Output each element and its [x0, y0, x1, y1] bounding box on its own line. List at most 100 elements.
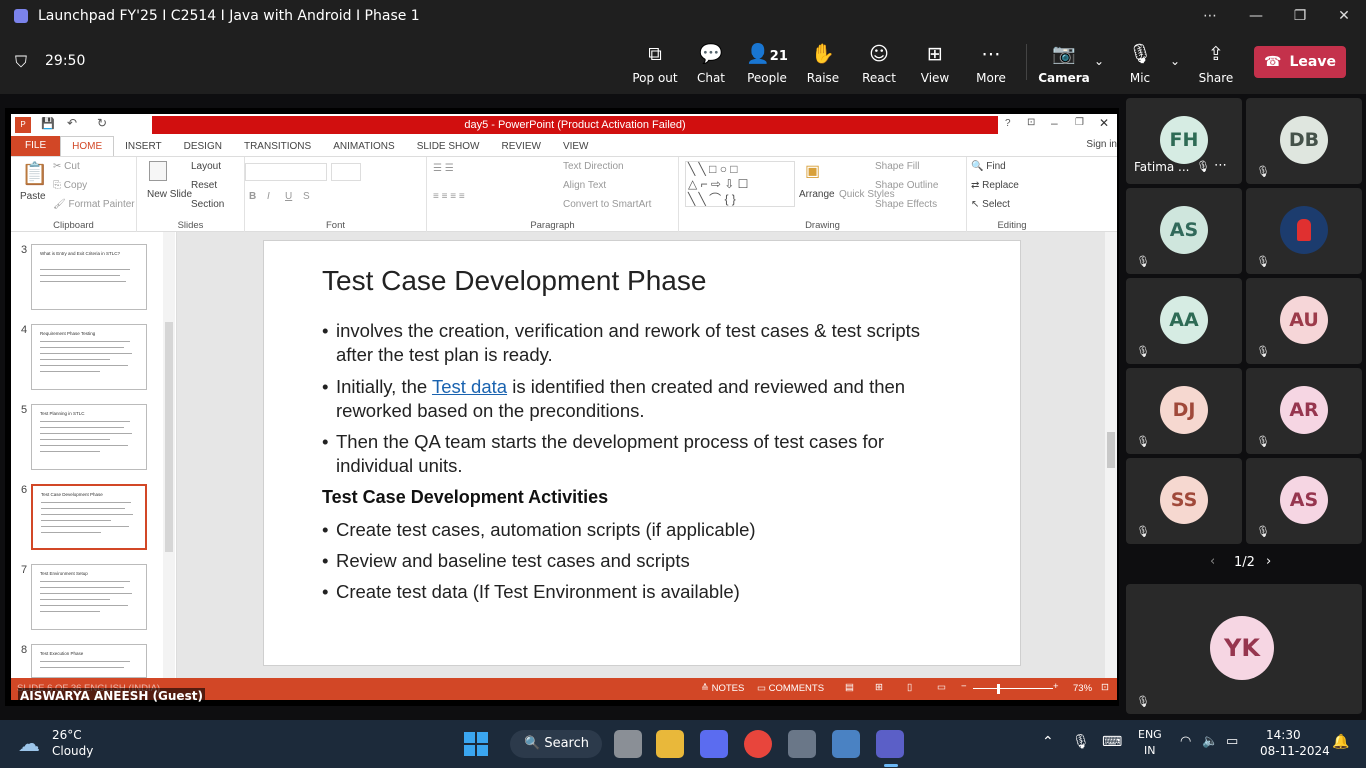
windows-start-icon[interactable]: [464, 732, 488, 756]
participant-tile[interactable]: AS 🎙: [1246, 458, 1362, 544]
taskbar-search[interactable]: 🔍 Search: [510, 730, 602, 758]
tab-insert[interactable]: INSERT: [114, 141, 173, 152]
layout-button[interactable]: Layout: [191, 161, 221, 172]
share-button[interactable]: ⇪ Share: [1186, 42, 1246, 85]
tab-animations[interactable]: ANIMATIONS: [322, 141, 405, 152]
weather-desc[interactable]: Cloudy: [52, 744, 93, 758]
close-button[interactable]: ✕: [1322, 0, 1366, 32]
tab-view[interactable]: VIEW: [552, 141, 600, 152]
find-button[interactable]: 🔍 Find: [971, 161, 1006, 172]
new-slide-icon[interactable]: [149, 161, 167, 181]
shape-fill-button[interactable]: Shape Fill: [875, 161, 919, 172]
tab-transitions[interactable]: TRANSITIONS: [233, 141, 322, 152]
shape-effects-button[interactable]: Shape Effects: [875, 199, 937, 210]
select-button[interactable]: ↖ Select: [971, 199, 1010, 210]
reading-view-icon[interactable]: ▯: [907, 682, 912, 693]
maximize-button[interactable]: ❐: [1278, 0, 1322, 32]
more-options-icon[interactable]: ⋯: [1214, 158, 1227, 173]
chevron-up-icon[interactable]: ⌃: [1042, 734, 1054, 750]
text-direction-button[interactable]: Text Direction: [563, 161, 624, 172]
zoom-slider-thumb[interactable]: [997, 684, 1000, 694]
copy-button[interactable]: ⎘ Copy: [53, 180, 87, 191]
volume-icon[interactable]: 🔈: [1202, 734, 1218, 749]
settings-icon[interactable]: [788, 730, 816, 758]
convert-smartart-button[interactable]: Convert to SmartArt: [563, 199, 651, 210]
shape-outline-button[interactable]: Shape Outline: [875, 180, 938, 191]
thumbnails-scrollbar[interactable]: [163, 232, 175, 678]
copilot-icon[interactable]: [700, 730, 728, 758]
language-region[interactable]: IN: [1144, 744, 1155, 757]
section-button[interactable]: Section: [191, 199, 224, 210]
ribbon-display-icon[interactable]: ⊡: [1027, 117, 1035, 128]
italic-icon[interactable]: I: [267, 191, 270, 202]
bullets-icon[interactable]: ☰ ☰: [433, 163, 454, 174]
file-explorer-icon[interactable]: [656, 730, 684, 758]
pop-out-button[interactable]: ⧉ Pop out: [625, 42, 685, 85]
tab-file[interactable]: FILE: [11, 136, 61, 156]
redo-icon[interactable]: ↻: [97, 116, 107, 130]
slide-thumbnail[interactable]: Test Environment Setup: [31, 564, 147, 630]
participant-tile[interactable]: SS 🎙: [1126, 458, 1242, 544]
slide-thumbnail[interactable]: Test Execution Phase: [31, 644, 147, 678]
participant-tile[interactable]: FH Fatima ... 🎙 ⋯: [1126, 98, 1242, 184]
keyboard-icon[interactable]: ⌨: [1102, 734, 1122, 750]
photos-icon[interactable]: [832, 730, 860, 758]
slide-thumbnail[interactable]: Requirement Phase Testing: [31, 324, 147, 390]
participant-tile[interactable]: AR 🎙: [1246, 368, 1362, 454]
new-slide-button[interactable]: New Slide: [147, 189, 192, 200]
arrange-icon[interactable]: ▣: [805, 161, 820, 181]
align-text-button[interactable]: Align Text: [563, 180, 606, 191]
slideshow-view-icon[interactable]: ▭: [937, 682, 946, 693]
tab-review[interactable]: REVIEW: [490, 141, 551, 152]
participant-tile[interactable]: DB 🎙: [1246, 98, 1362, 184]
save-icon[interactable]: 💾: [41, 117, 55, 130]
prev-page-icon[interactable]: ‹: [1210, 554, 1215, 569]
chrome-icon[interactable]: [744, 730, 772, 758]
test-data-link[interactable]: Test data: [432, 376, 507, 397]
paste-button[interactable]: Paste: [20, 191, 46, 202]
participant-tile[interactable]: AU 🎙: [1246, 278, 1362, 364]
mic-button[interactable]: 🎙 Mic: [1110, 42, 1170, 85]
slide-thumbnail[interactable]: What is Entry and Exit Criteria in STLC?: [31, 244, 147, 310]
comments-button[interactable]: ▭ COMMENTS: [757, 683, 824, 694]
font-name-input[interactable]: [245, 163, 327, 181]
camera-button[interactable]: 📷 Camera: [1034, 42, 1094, 85]
zoom-out-icon[interactable]: −: [961, 681, 967, 692]
task-view-icon[interactable]: [614, 730, 642, 758]
align-icon[interactable]: ≡ ≡ ≡ ≡: [433, 191, 465, 202]
camera-options-chevron-icon[interactable]: ⌄: [1094, 54, 1104, 68]
participant-tile[interactable]: 🎙: [1246, 188, 1362, 274]
shapes-gallery[interactable]: ╲ ╲ □ ○ □ △ ⌐ ⇨ ⇩ ☐ ╲ ╲ ⌒ { }: [685, 161, 795, 207]
leave-button[interactable]: ☎ Leave: [1254, 46, 1346, 78]
slide-scrollbar[interactable]: [1105, 232, 1117, 678]
chat-button[interactable]: 💬 Chat: [681, 42, 741, 85]
tab-design[interactable]: DESIGN: [173, 141, 233, 152]
format-painter-button[interactable]: 🖌 Format Painter: [53, 199, 135, 210]
undo-icon[interactable]: ↶: [67, 116, 77, 130]
underline-icon[interactable]: U: [285, 191, 292, 202]
minimize-button[interactable]: —: [1234, 0, 1278, 32]
notes-button[interactable]: ≙ NOTES: [701, 683, 744, 694]
participant-tile[interactable]: DJ 🎙: [1126, 368, 1242, 454]
bold-icon[interactable]: B: [249, 191, 256, 202]
clock-date[interactable]: 08-11-2024: [1260, 744, 1330, 758]
more-button[interactable]: ⋯ More: [961, 42, 1021, 85]
zoom-slider[interactable]: [973, 688, 1053, 689]
next-page-icon[interactable]: ›: [1266, 554, 1271, 569]
cut-button[interactable]: ✂ Cut: [53, 161, 80, 172]
language-indicator[interactable]: ENG: [1138, 728, 1162, 741]
zoom-in-icon[interactable]: +: [1053, 681, 1059, 692]
notification-bell-icon[interactable]: 🔔: [1332, 734, 1349, 750]
sign-in-link[interactable]: Sign in: [1086, 139, 1117, 150]
arrange-button[interactable]: Arrange: [799, 189, 835, 200]
current-slide[interactable]: Test Case Development Phase involves the…: [263, 240, 1021, 666]
reset-button[interactable]: Reset: [191, 180, 217, 191]
more-options-icon[interactable]: ⋯: [1188, 0, 1232, 32]
slide-sorter-icon[interactable]: ⊞: [875, 682, 883, 693]
raise-hand-button[interactable]: ✋ Raise: [793, 42, 853, 85]
paste-icon[interactable]: 📋: [21, 161, 48, 187]
tab-home[interactable]: HOME: [60, 136, 115, 156]
clock-time[interactable]: 14:30: [1266, 728, 1301, 742]
ppt-minimize-button[interactable]: –: [1051, 116, 1058, 130]
microphone-icon[interactable]: 🎙: [1072, 734, 1090, 750]
